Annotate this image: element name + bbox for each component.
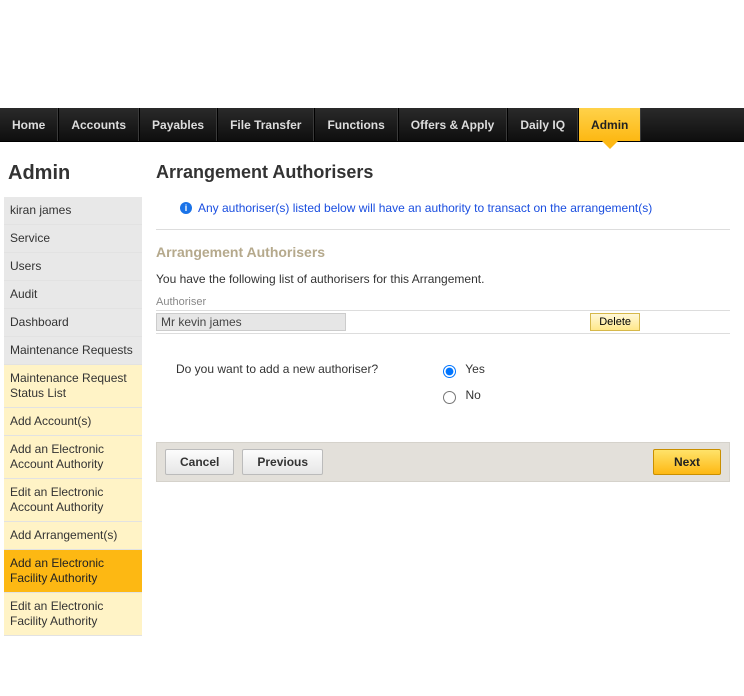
info-icon: i bbox=[180, 202, 192, 214]
nav-admin[interactable]: Admin bbox=[578, 108, 641, 141]
nav-accounts[interactable]: Accounts bbox=[58, 108, 139, 141]
nav-offers-apply[interactable]: Offers & Apply bbox=[398, 108, 508, 141]
nav-functions[interactable]: Functions bbox=[314, 108, 397, 141]
nav-home[interactable]: Home bbox=[0, 108, 58, 141]
sidebar-item-edit-an-electronic-facility-authority[interactable]: Edit an Electronic Facility Authority bbox=[4, 593, 142, 636]
previous-button[interactable]: Previous bbox=[242, 449, 323, 475]
add-authoriser-question: Do you want to add a new authoriser? bbox=[176, 362, 378, 376]
radio-yes-text: Yes bbox=[465, 362, 485, 376]
sidebar-item-add-arrangement-s[interactable]: Add Arrangement(s) bbox=[4, 522, 142, 550]
radio-no-label[interactable]: No bbox=[438, 388, 485, 404]
radio-yes-label[interactable]: Yes bbox=[438, 362, 485, 378]
main-nav: HomeAccountsPayablesFile TransferFunctio… bbox=[0, 108, 744, 142]
sidebar-item-add-an-electronic-account-authority[interactable]: Add an Electronic Account Authority bbox=[4, 436, 142, 479]
sidebar: Admin kiran jamesServiceUsersAuditDashbo… bbox=[4, 160, 142, 636]
cancel-button[interactable]: Cancel bbox=[165, 449, 234, 475]
sidebar-item-maintenance-requests[interactable]: Maintenance Requests bbox=[4, 337, 142, 365]
authoriser-name-input bbox=[156, 313, 346, 331]
page-title: Arrangement Authorisers bbox=[156, 162, 730, 183]
sidebar-item-users[interactable]: Users bbox=[4, 253, 142, 281]
nav-daily-iq[interactable]: Daily IQ bbox=[507, 108, 578, 141]
sidebar-item-edit-an-electronic-account-authority[interactable]: Edit an Electronic Account Authority bbox=[4, 479, 142, 522]
add-authoriser-radio-group: Yes No bbox=[438, 362, 485, 414]
authoriser-label: Authoriser bbox=[156, 296, 730, 308]
sidebar-item-add-account-s[interactable]: Add Account(s) bbox=[4, 408, 142, 436]
info-banner: i Any authoriser(s) listed below will ha… bbox=[156, 201, 730, 215]
section-title: Arrangement Authorisers bbox=[156, 244, 730, 260]
sidebar-item-kiran-james[interactable]: kiran james bbox=[4, 197, 142, 225]
sidebar-item-add-an-electronic-facility-authority[interactable]: Add an Electronic Facility Authority bbox=[4, 550, 142, 593]
delete-button[interactable]: Delete bbox=[590, 313, 640, 331]
info-text: Any authoriser(s) listed below will have… bbox=[198, 201, 652, 215]
sidebar-item-service[interactable]: Service bbox=[4, 225, 142, 253]
next-button[interactable]: Next bbox=[653, 449, 721, 475]
sidebar-item-maintenance-request-status-list[interactable]: Maintenance Request Status List bbox=[4, 365, 142, 408]
header-whitespace bbox=[0, 0, 744, 108]
nav-payables[interactable]: Payables bbox=[139, 108, 217, 141]
divider bbox=[156, 229, 730, 230]
sidebar-title: Admin bbox=[4, 160, 142, 197]
button-bar: Cancel Previous Next bbox=[156, 442, 730, 482]
radio-no[interactable] bbox=[443, 391, 456, 404]
radio-yes[interactable] bbox=[443, 365, 456, 378]
nav-file-transfer[interactable]: File Transfer bbox=[217, 108, 314, 141]
authoriser-row: Delete bbox=[156, 310, 730, 334]
sidebar-item-dashboard[interactable]: Dashboard bbox=[4, 309, 142, 337]
list-description: You have the following list of authorise… bbox=[156, 272, 730, 286]
sidebar-item-audit[interactable]: Audit bbox=[4, 281, 142, 309]
radio-no-text: No bbox=[465, 388, 480, 402]
main-content: Arrangement Authorisers i Any authoriser… bbox=[142, 160, 744, 636]
